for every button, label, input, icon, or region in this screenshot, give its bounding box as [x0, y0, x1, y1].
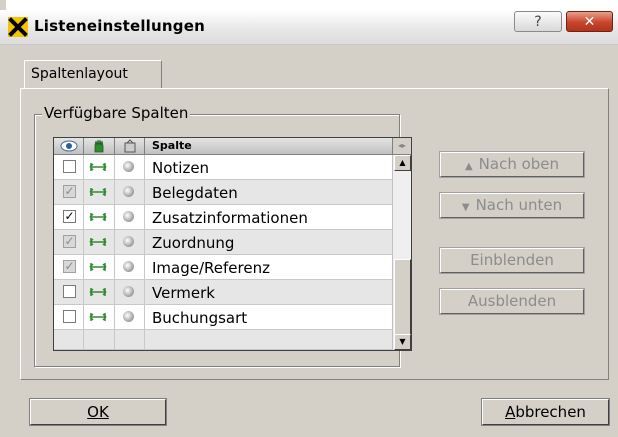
close-icon: ✕ — [583, 14, 596, 30]
cancel-label-rest: bbrechen — [515, 403, 586, 421]
tab-panel — [20, 88, 609, 380]
cancel-mnemonic: A — [505, 403, 516, 421]
window-title: Listeneinstellungen — [34, 17, 205, 35]
help-icon: ? — [534, 14, 542, 30]
app-x-icon — [8, 17, 28, 37]
cancel-button[interactable]: Abbrechen — [481, 398, 610, 426]
tab-spaltenlayout[interactable]: Spaltenlayout — [24, 60, 162, 88]
close-button[interactable]: ✕ — [566, 11, 613, 32]
ok-label: OK — [87, 403, 109, 421]
group-title: Verfügbare Spalten — [42, 104, 191, 122]
ok-button[interactable]: OK — [29, 398, 167, 426]
help-button[interactable]: ? — [514, 11, 562, 32]
